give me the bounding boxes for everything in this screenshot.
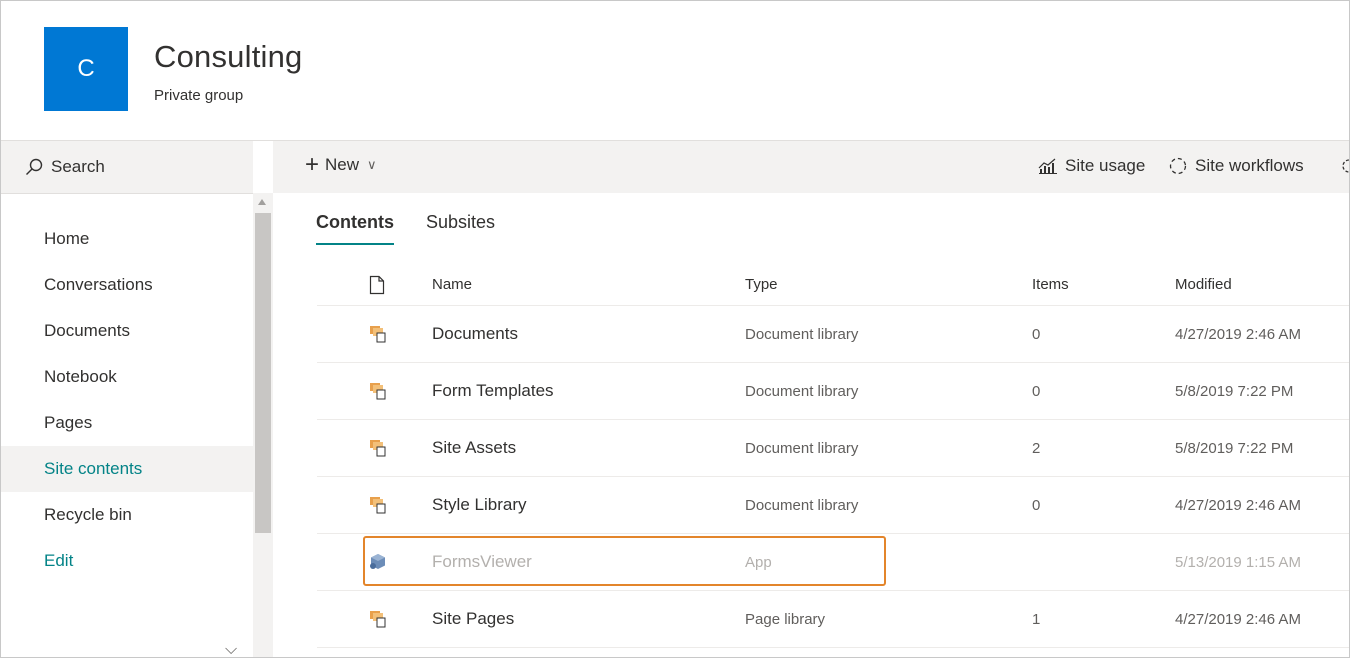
item-modified: 5/13/2019 1:15 AM <box>1175 553 1301 571</box>
site-title[interactable]: Consulting <box>154 39 302 75</box>
item-type: Page library <box>745 610 826 628</box>
document-icon <box>369 275 385 294</box>
document-library-icon <box>369 420 387 476</box>
item-type: Document library <box>745 439 859 457</box>
gear-icon <box>1342 159 1349 173</box>
site-workflows-label: Site workflows <box>1195 156 1304 175</box>
item-name-link[interactable]: Style Library <box>432 477 526 533</box>
nav-edit-link[interactable]: Edit <box>1 538 253 584</box>
site-privacy-label: Private group <box>154 87 244 104</box>
new-label: New <box>325 155 360 174</box>
name-column-header[interactable]: Name <box>432 264 472 305</box>
chevron-down-icon: ∨ <box>367 157 377 172</box>
nav-item-pages[interactable]: Pages <box>1 400 253 446</box>
tab-contents[interactable]: Contents <box>316 212 394 245</box>
type-column-header[interactable]: Type <box>745 264 778 305</box>
left-navigation: Search Home Conversations Documents Note… <box>1 140 273 657</box>
chevron-down-icon[interactable]: ⌵ <box>225 641 237 657</box>
document-library-icon <box>369 591 387 647</box>
file-type-column-header[interactable] <box>369 264 385 305</box>
item-modified: 4/27/2019 2:46 AM <box>1175 610 1301 628</box>
search-box[interactable]: Search <box>1 141 253 194</box>
item-name-link[interactable]: Documents <box>432 306 518 362</box>
nav-item-site-contents[interactable]: Site contents <box>1 446 253 492</box>
item-type: Document library <box>745 325 859 343</box>
site-header: C Consulting Private group <box>1 1 1349 139</box>
workflow-icon <box>1169 157 1187 175</box>
search-label: Search <box>51 157 105 176</box>
item-modified: 5/8/2019 7:22 PM <box>1175 382 1294 400</box>
item-type: Document library <box>745 496 859 514</box>
document-library-icon <box>369 363 387 419</box>
chart-icon <box>1038 158 1057 174</box>
item-count: 0 <box>1032 325 1041 343</box>
table-row[interactable]: Site Assets Document library 2 5/8/2019 … <box>317 420 1349 477</box>
item-name-link[interactable]: Form Templates <box>432 363 554 419</box>
site-usage-button[interactable]: Site usage <box>1038 156 1145 176</box>
sharepoint-window: C Consulting Private group Search Home C… <box>0 0 1350 658</box>
item-name-link[interactable]: FormsViewer <box>432 534 532 590</box>
plus-icon: + <box>305 151 320 178</box>
new-button[interactable]: + New ∨ <box>305 151 377 178</box>
table-row[interactable]: Style Library Document library 0 4/27/20… <box>317 477 1349 534</box>
table-header-row: Name Type Items Modified <box>317 264 1349 306</box>
scroll-thumb[interactable] <box>255 213 271 533</box>
item-modified: 4/27/2019 2:46 AM <box>1175 325 1301 343</box>
modified-column-header[interactable]: Modified <box>1175 264 1232 305</box>
nav-list: Home Conversations Documents Notebook Pa… <box>1 216 253 584</box>
nav-scrollbar[interactable] <box>253 193 273 657</box>
item-count: 2 <box>1032 439 1041 457</box>
contents-table: Name Type Items Modified Documents Docum… <box>317 264 1349 648</box>
table-row[interactable]: Documents Document library 0 4/27/2019 2… <box>317 306 1349 363</box>
settings-button[interactable] <box>1339 156 1349 176</box>
document-library-icon <box>369 477 387 533</box>
item-count: 0 <box>1032 496 1041 514</box>
command-bar: + New ∨ Site usage Site workflows <box>273 140 1349 193</box>
item-name-link[interactable]: Site Assets <box>432 420 516 476</box>
item-name-link[interactable]: Site Pages <box>432 591 514 647</box>
nav-item-conversations[interactable]: Conversations <box>1 262 253 308</box>
document-library-icon <box>369 306 387 362</box>
table-row[interactable]: FormsViewer App 5/13/2019 1:15 AM <box>317 534 1349 591</box>
item-count: 1 <box>1032 610 1041 628</box>
table-row[interactable]: Form Templates Document library 0 5/8/20… <box>317 363 1349 420</box>
search-icon <box>26 158 43 175</box>
item-modified: 5/8/2019 7:22 PM <box>1175 439 1294 457</box>
nav-item-notebook[interactable]: Notebook <box>1 354 253 400</box>
item-type: App <box>745 553 772 571</box>
items-column-header[interactable]: Items <box>1032 264 1069 305</box>
item-modified: 4/27/2019 2:46 AM <box>1175 496 1301 514</box>
site-workflows-button[interactable]: Site workflows <box>1168 156 1304 176</box>
scroll-up-arrow-icon[interactable] <box>258 199 266 205</box>
site-usage-label: Site usage <box>1065 156 1146 175</box>
content-tabs: Contents Subsites <box>316 212 527 245</box>
item-count: 0 <box>1032 382 1041 400</box>
item-type: Document library <box>745 382 859 400</box>
table-row[interactable]: Site Pages Page library 1 4/27/2019 2:46… <box>317 591 1349 648</box>
nav-item-documents[interactable]: Documents <box>1 308 253 354</box>
site-logo[interactable]: C <box>44 27 128 111</box>
tab-subsites[interactable]: Subsites <box>426 212 495 245</box>
app-icon <box>369 534 387 590</box>
nav-item-recycle-bin[interactable]: Recycle bin <box>1 492 253 538</box>
nav-item-home[interactable]: Home <box>1 216 253 262</box>
